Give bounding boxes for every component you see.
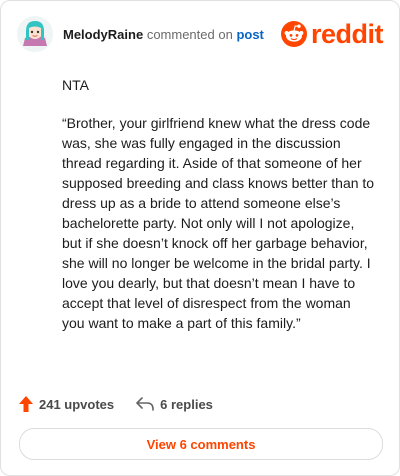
upvote-count: 241 upvotes: [39, 396, 115, 412]
upvote-arrow-icon[interactable]: [19, 396, 33, 412]
comment-text: “Brother, your girlfriend knew what the …: [62, 115, 375, 331]
comment-action: commented on: [146, 26, 233, 42]
post-link[interactable]: post: [236, 27, 263, 42]
reddit-snoo-icon: [280, 21, 307, 47]
avatar-icon: [17, 16, 53, 52]
comment-header: MelodyRaine commented on post reddit: [17, 15, 384, 53]
reddit-logo[interactable]: reddit: [280, 18, 384, 49]
reddit-wordmark: reddit: [310, 18, 384, 49]
comment-body: NTA “Brother, your girlfriend knew what …: [62, 75, 377, 333]
reply-stat[interactable]: 6 replies: [136, 397, 213, 412]
upvote-stat[interactable]: 241 upvotes: [19, 396, 114, 412]
comment-verdict: NTA: [62, 77, 89, 93]
view-comments-button[interactable]: View 6 comments: [19, 428, 383, 460]
reply-arrow-icon[interactable]: [136, 397, 154, 411]
author-name[interactable]: MelodyRaine: [63, 27, 143, 42]
avatar[interactable]: [17, 16, 53, 52]
reply-count: 6 replies: [160, 396, 213, 412]
byline: MelodyRaine commented on post: [63, 27, 264, 42]
comment-card: MelodyRaine commented on post reddit NTA…: [0, 0, 400, 476]
comment-stats: 241 upvotes 6 replies: [19, 393, 381, 415]
